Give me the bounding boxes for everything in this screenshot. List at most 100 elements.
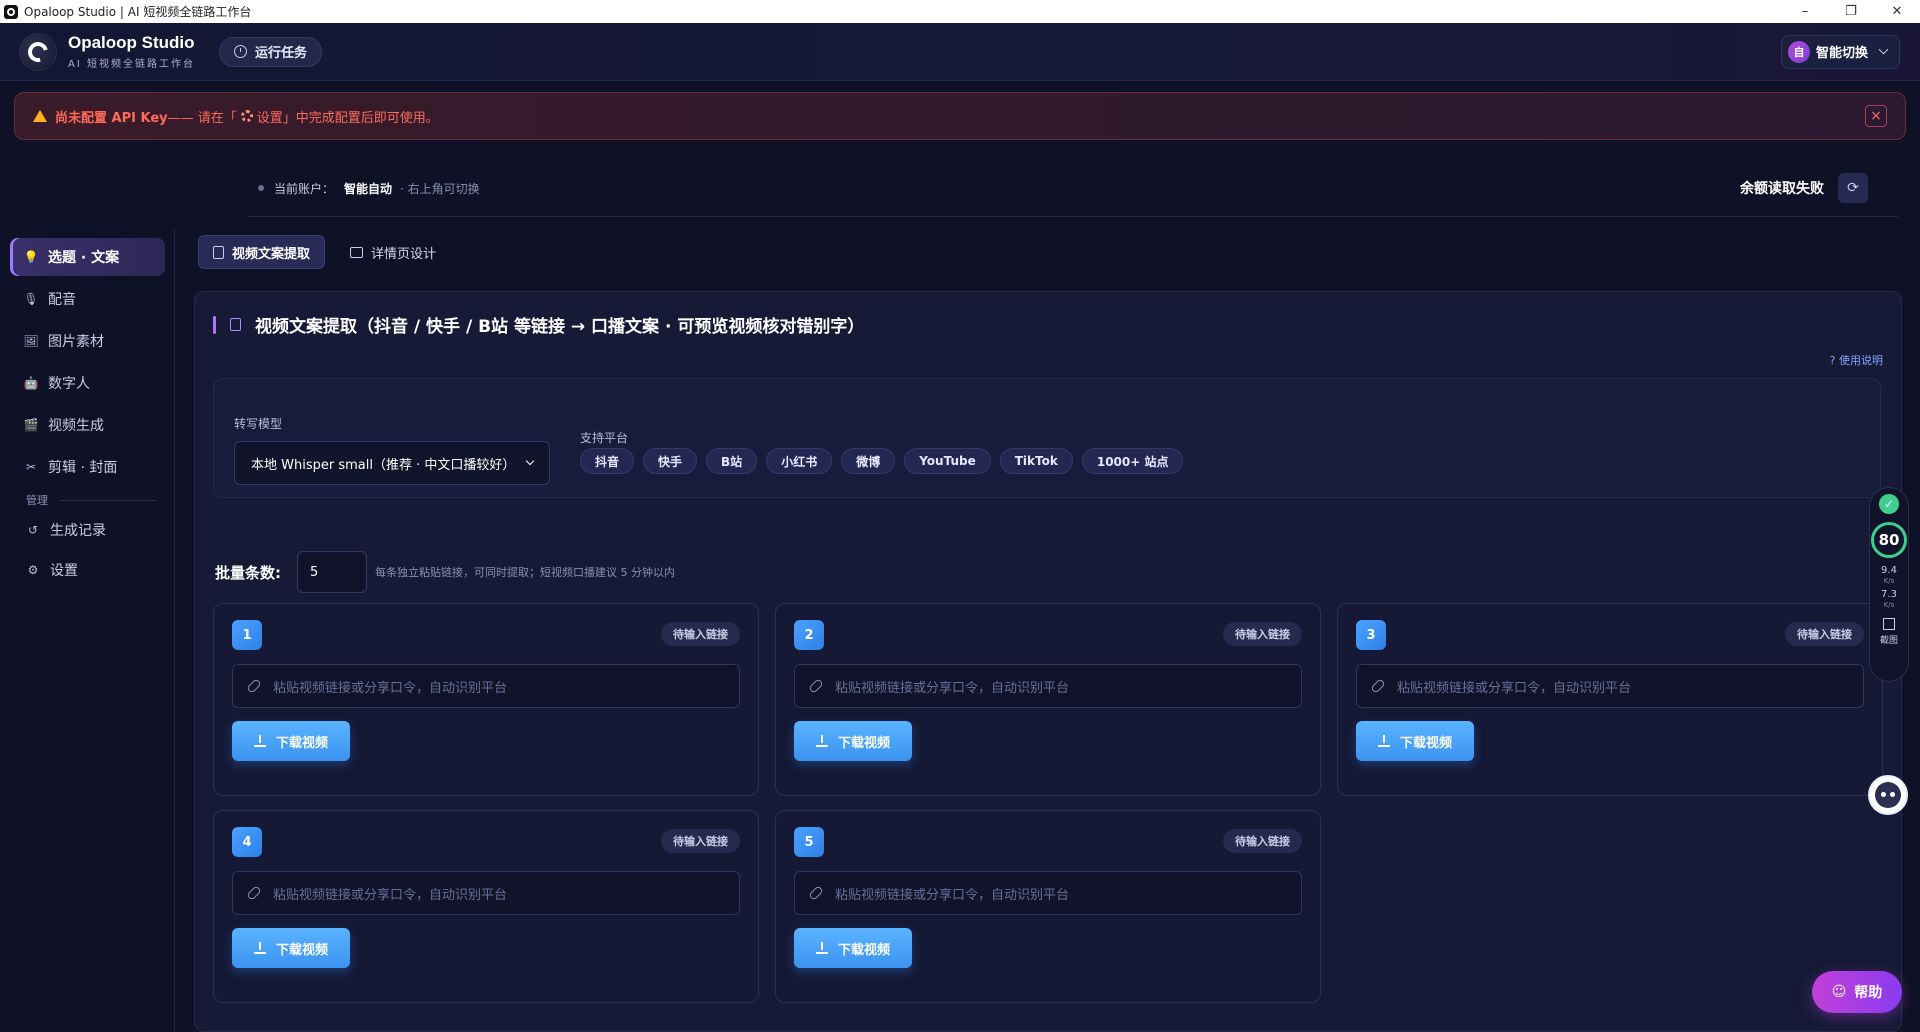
sidebar-item-voiceover[interactable]: 🎙 配音 xyxy=(10,280,165,318)
divider xyxy=(60,500,156,501)
panel-title-text: 视频文案提取（抖音 / 快手 / B站 等链接 → 口播文案 · 可预览视频核对… xyxy=(255,317,865,337)
transcription-model-select[interactable]: 本地 Whisper small（推荐 · 中文口播较好） xyxy=(234,441,550,485)
download-video-button[interactable]: 下载视频 xyxy=(794,928,912,968)
sidebar-item-label: 生成记录 xyxy=(50,523,106,539)
video-url-input[interactable]: 粘贴视频链接或分享口令，自动识别平台 xyxy=(1356,664,1864,708)
card-number: 1 xyxy=(232,620,262,650)
link-card-3: 3 待输入链接 粘贴视频链接或分享口令，自动识别平台 下载视频 xyxy=(1337,603,1883,796)
sidebar-item-topic-copy[interactable]: 💡 选题 · 文案 xyxy=(10,238,165,276)
app-logo-icon xyxy=(4,4,18,19)
download-icon xyxy=(1377,735,1390,747)
batch-hint: 每条独立粘贴链接，可同时提取；短视频口播建议 5 分钟以内 xyxy=(375,566,675,579)
clock-icon xyxy=(233,45,247,58)
close-banner-button[interactable]: × xyxy=(1865,105,1887,127)
model-label: 转写模型 xyxy=(234,417,283,431)
screenshot-icon xyxy=(1882,618,1895,630)
card-number: 5 xyxy=(794,827,824,857)
account-name: 智能自动 xyxy=(344,181,393,196)
link-icon xyxy=(246,885,262,901)
status-badge: 待输入链接 xyxy=(661,829,740,853)
assistant-face-icon xyxy=(1875,782,1901,808)
batch-label: 批量条数: xyxy=(215,563,281,582)
brand-logo-icon xyxy=(20,33,56,70)
history-icon: ↺ xyxy=(27,523,39,537)
sidebar-item-label: 视频生成 xyxy=(48,418,104,434)
chevron-down-icon xyxy=(1878,44,1889,55)
sidebar-item-history[interactable]: ↺ 生成记录 xyxy=(12,511,167,549)
platform-chip: 抖音 xyxy=(580,448,635,474)
account-switch-dropdown[interactable]: 自 智能切换 xyxy=(1780,34,1900,69)
download-video-button[interactable]: 下载视频 xyxy=(232,721,350,761)
link-icon xyxy=(808,885,824,901)
sidebar-item-video-generation[interactable]: 🎬 视频生成 xyxy=(10,406,165,444)
sidebar-item-digital-human[interactable]: 🤖 数字人 xyxy=(10,364,165,402)
close-window-button[interactable]: ✕ xyxy=(1874,0,1920,23)
system-monitor-widget[interactable]: ✓ 80 9.4 K/s 7.3 K/s 截图 xyxy=(1869,487,1909,682)
platform-chip: 快手 xyxy=(643,448,698,474)
link-icon xyxy=(808,678,824,694)
avatar: 自 xyxy=(1787,40,1810,63)
usage-help-link[interactable]: ? 使用说明 xyxy=(1830,352,1883,368)
batch-count-input[interactable]: 5 xyxy=(297,551,367,593)
tab-detail-page-design[interactable]: 详情页设计 xyxy=(336,235,450,269)
sidebar-item-settings[interactable]: ⚙ 设置 xyxy=(12,551,167,589)
platform-chip: 微博 xyxy=(841,448,896,474)
account-row: 当前账户： 智能自动 · 右上角可切换 余额读取失败 ⟳ xyxy=(258,173,1868,203)
screenshot-button[interactable]: 截图 xyxy=(1880,618,1898,646)
gear-icon xyxy=(240,110,253,122)
sidebar-item-image-assets[interactable]: 🖼 图片素材 xyxy=(10,322,165,360)
config-box: 转写模型 本地 Whisper small（推荐 · 中文口播较好） 支持平台 … xyxy=(213,378,1881,498)
scissors-icon: ✂ xyxy=(25,460,37,474)
document-icon xyxy=(230,318,241,331)
tab-video-copy-extract[interactable]: 视频文案提取 xyxy=(198,235,326,269)
status-dot-icon xyxy=(258,185,264,191)
url-placeholder: 粘贴视频链接或分享口令，自动识别平台 xyxy=(1397,680,1632,696)
refresh-balance-button[interactable]: ⟳ xyxy=(1838,173,1868,203)
model-select-value: 本地 Whisper small（推荐 · 中文口播较好） xyxy=(251,457,516,473)
platform-label: 支持平台 xyxy=(580,431,629,445)
platform-chip: 小红书 xyxy=(766,448,833,474)
card-number: 2 xyxy=(794,620,824,650)
video-url-input[interactable]: 粘贴视频链接或分享口令，自动识别平台 xyxy=(794,664,1302,708)
status-badge: 待输入链接 xyxy=(1223,622,1302,646)
run-task-button[interactable]: 运行任务 xyxy=(218,36,322,67)
url-placeholder: 粘贴视频链接或分享口令，自动识别平台 xyxy=(835,887,1070,903)
sidebar-item-label: 数字人 xyxy=(48,376,90,392)
banner-text-after: 」中完成配置后即可使用。 xyxy=(282,110,439,126)
minimize-button[interactable]: – xyxy=(1782,0,1828,23)
window-title: Opaloop Studio | AI 短视频全链路工作台 xyxy=(24,5,252,19)
download-icon xyxy=(253,735,266,747)
platform-chip: 1000+ 站点 xyxy=(1081,448,1184,474)
sidebar-item-edit-cover[interactable]: ✂ 剪辑 · 封面 xyxy=(10,448,165,486)
help-button[interactable]: ☺ 帮助 xyxy=(1812,971,1902,1013)
sidebar-item-label: 设置 xyxy=(50,563,78,579)
window-titlebar: Opaloop Studio | AI 短视频全链路工作台 – ❐ ✕ xyxy=(0,0,1920,23)
video-url-input[interactable]: 粘贴视频链接或分享口令，自动识别平台 xyxy=(232,871,740,915)
chevron-down-icon xyxy=(525,456,535,466)
document-icon xyxy=(213,245,224,259)
download-icon xyxy=(253,942,266,954)
sidebar-item-label: 图片素材 xyxy=(48,334,104,350)
video-url-input[interactable]: 粘贴视频链接或分享口令，自动识别平台 xyxy=(232,664,740,708)
brand-name: Opaloop Studio xyxy=(68,33,195,52)
maximize-button[interactable]: ❐ xyxy=(1828,0,1874,23)
layout-icon xyxy=(350,246,363,258)
image-icon: 🖼 xyxy=(23,334,39,348)
assistant-avatar[interactable] xyxy=(1868,775,1908,815)
video-url-input[interactable]: 粘贴视频链接或分享口令，自动识别平台 xyxy=(794,871,1302,915)
download-video-button[interactable]: 下载视频 xyxy=(1356,721,1474,761)
download-icon xyxy=(815,942,828,954)
brand-subtitle: AI 短视频全链路工作台 xyxy=(68,59,195,70)
clapperboard-icon: 🎬 xyxy=(23,418,39,432)
url-placeholder: 粘贴视频链接或分享口令，自动识别平台 xyxy=(273,887,508,903)
platform-chip: B站 xyxy=(706,448,758,474)
platform-chip: YouTube xyxy=(904,448,991,474)
card-number: 3 xyxy=(1356,620,1386,650)
download-video-button[interactable]: 下载视频 xyxy=(794,721,912,761)
sidebar: 💡 选题 · 文案 🎙 配音 🖼 图片素材 🤖 数字人 🎬 视频生成 ✂ 剪辑 … xyxy=(0,228,175,1032)
check-icon: ✓ xyxy=(1879,494,1899,514)
download-video-button[interactable]: 下载视频 xyxy=(232,928,350,968)
banner-strong-text: 尚未配置 API Key xyxy=(55,110,168,126)
run-task-label: 运行任务 xyxy=(254,46,307,61)
panel-title: 视频文案提取（抖音 / 快手 / B站 等链接 → 口播文案 · 可预览视频核对… xyxy=(213,312,864,337)
